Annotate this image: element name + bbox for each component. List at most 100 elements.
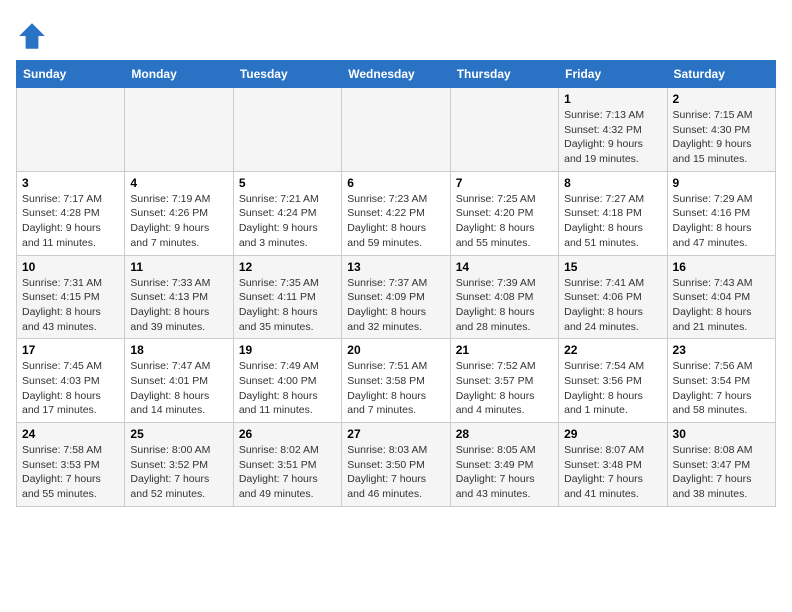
calendar-cell: 2 Sunrise: 7:15 AM Sunset: 4:30 PM Daylig…: [667, 88, 775, 172]
calendar-cell: 23Sunrise: 7:56 AM Sunset: 3:54 PM Dayli…: [667, 339, 775, 423]
day-info: Sunrise: 8:05 AM Sunset: 3:49 PM Dayligh…: [456, 443, 553, 502]
day-info: Sunrise: 7:52 AM Sunset: 3:57 PM Dayligh…: [456, 359, 553, 418]
calendar-cell: 18 Sunrise: 7:47 AM Sunset: 4:01 PM Dayli…: [125, 339, 233, 423]
calendar-header: SundayMondayTuesdayWednesdayThursdayFrid…: [17, 61, 776, 88]
calendar-cell: 16 Sunrise: 7:43 AM Sunset: 4:04 PM Dayli…: [667, 255, 775, 339]
calendar-cell: 21 Sunrise: 7:52 AM Sunset: 3:57 PM Dayli…: [450, 339, 558, 423]
header-day-thursday: Thursday: [450, 61, 558, 88]
day-number: 20: [347, 343, 444, 357]
day-number: 30: [673, 427, 770, 441]
header-day-wednesday: Wednesday: [342, 61, 450, 88]
day-number: 4: [130, 176, 227, 190]
day-info: Sunrise: 7:27 AM Sunset: 4:18 PM Dayligh…: [564, 192, 661, 251]
day-info: Sunrise: 7:47 AM Sunset: 4:01 PM Dayligh…: [130, 359, 227, 418]
day-info: Sunrise: 7:31 AM Sunset: 4:15 PM Dayligh…: [22, 276, 119, 335]
day-number: 15: [564, 260, 661, 274]
day-info: Sunrise: 7:29 AM Sunset: 4:16 PM Dayligh…: [673, 192, 770, 251]
calendar-cell: 29 Sunrise: 8:07 AM Sunset: 3:48 PM Dayli…: [559, 423, 667, 507]
day-info: Sunrise: 7:45 AM Sunset: 4:03 PM Dayligh…: [22, 359, 119, 418]
calendar-cell: 7Sunrise: 7:25 AM Sunset: 4:20 PM Daylig…: [450, 171, 558, 255]
logo: [16, 20, 52, 52]
day-info: Sunrise: 8:02 AM Sunset: 3:51 PM Dayligh…: [239, 443, 336, 502]
calendar-table: SundayMondayTuesdayWednesdayThursdayFrid…: [16, 60, 776, 507]
day-number: 21: [456, 343, 553, 357]
day-number: 13: [347, 260, 444, 274]
day-info: Sunrise: 7:41 AM Sunset: 4:06 PM Dayligh…: [564, 276, 661, 335]
calendar-body: 1Sunrise: 7:13 AM Sunset: 4:32 PM Daylig…: [17, 88, 776, 507]
day-number: 16: [673, 260, 770, 274]
calendar-cell: 6 Sunrise: 7:23 AM Sunset: 4:22 PM Daylig…: [342, 171, 450, 255]
day-info: Sunrise: 8:07 AM Sunset: 3:48 PM Dayligh…: [564, 443, 661, 502]
day-number: 14: [456, 260, 553, 274]
calendar-cell: 15 Sunrise: 7:41 AM Sunset: 4:06 PM Dayli…: [559, 255, 667, 339]
calendar-cell: 17 Sunrise: 7:45 AM Sunset: 4:03 PM Dayli…: [17, 339, 125, 423]
calendar-cell: 1Sunrise: 7:13 AM Sunset: 4:32 PM Daylig…: [559, 88, 667, 172]
day-info: Sunrise: 7:33 AM Sunset: 4:13 PM Dayligh…: [130, 276, 227, 335]
day-number: 8: [564, 176, 661, 190]
day-info: Sunrise: 8:08 AM Sunset: 3:47 PM Dayligh…: [673, 443, 770, 502]
header-day-monday: Monday: [125, 61, 233, 88]
day-number: 11: [130, 260, 227, 274]
day-number: 1: [564, 92, 661, 106]
calendar-cell: 12 Sunrise: 7:35 AM Sunset: 4:11 PM Dayli…: [233, 255, 341, 339]
day-number: 29: [564, 427, 661, 441]
calendar-cell: 8 Sunrise: 7:27 AM Sunset: 4:18 PM Daylig…: [559, 171, 667, 255]
calendar-cell: 5 Sunrise: 7:21 AM Sunset: 4:24 PM Daylig…: [233, 171, 341, 255]
day-number: 3: [22, 176, 119, 190]
week-row-3: 10 Sunrise: 7:31 AM Sunset: 4:15 PM Dayli…: [17, 255, 776, 339]
day-number: 10: [22, 260, 119, 274]
week-row-4: 17 Sunrise: 7:45 AM Sunset: 4:03 PM Dayli…: [17, 339, 776, 423]
day-number: 25: [130, 427, 227, 441]
calendar-cell: 11 Sunrise: 7:33 AM Sunset: 4:13 PM Dayli…: [125, 255, 233, 339]
calendar-cell: 28 Sunrise: 8:05 AM Sunset: 3:49 PM Dayli…: [450, 423, 558, 507]
week-row-2: 3 Sunrise: 7:17 AM Sunset: 4:28 PM Daylig…: [17, 171, 776, 255]
calendar-cell: 3 Sunrise: 7:17 AM Sunset: 4:28 PM Daylig…: [17, 171, 125, 255]
day-info: Sunrise: 7:43 AM Sunset: 4:04 PM Dayligh…: [673, 276, 770, 335]
calendar-cell: 4 Sunrise: 7:19 AM Sunset: 4:26 PM Daylig…: [125, 171, 233, 255]
day-number: 22: [564, 343, 661, 357]
day-info: Sunrise: 7:17 AM Sunset: 4:28 PM Dayligh…: [22, 192, 119, 251]
day-number: 24: [22, 427, 119, 441]
day-number: 27: [347, 427, 444, 441]
week-row-5: 24 Sunrise: 7:58 AM Sunset: 3:53 PM Dayli…: [17, 423, 776, 507]
day-number: 2: [673, 92, 770, 106]
calendar-cell: 13 Sunrise: 7:37 AM Sunset: 4:09 PM Dayli…: [342, 255, 450, 339]
day-info: Sunrise: 7:58 AM Sunset: 3:53 PM Dayligh…: [22, 443, 119, 502]
calendar-cell: 24 Sunrise: 7:58 AM Sunset: 3:53 PM Dayli…: [17, 423, 125, 507]
calendar-cell: 9Sunrise: 7:29 AM Sunset: 4:16 PM Daylig…: [667, 171, 775, 255]
calendar-cell: 27 Sunrise: 8:03 AM Sunset: 3:50 PM Dayli…: [342, 423, 450, 507]
day-number: 5: [239, 176, 336, 190]
header-row: SundayMondayTuesdayWednesdayThursdayFrid…: [17, 61, 776, 88]
day-info: Sunrise: 7:15 AM Sunset: 4:30 PM Dayligh…: [673, 108, 770, 167]
calendar-cell: 19Sunrise: 7:49 AM Sunset: 4:00 PM Dayli…: [233, 339, 341, 423]
calendar-cell: 14Sunrise: 7:39 AM Sunset: 4:08 PM Dayli…: [450, 255, 558, 339]
calendar-cell: [233, 88, 341, 172]
day-number: 12: [239, 260, 336, 274]
day-info: Sunrise: 7:51 AM Sunset: 3:58 PM Dayligh…: [347, 359, 444, 418]
logo-icon: [16, 20, 48, 52]
day-info: Sunrise: 8:00 AM Sunset: 3:52 PM Dayligh…: [130, 443, 227, 502]
day-number: 18: [130, 343, 227, 357]
day-number: 6: [347, 176, 444, 190]
day-info: Sunrise: 7:19 AM Sunset: 4:26 PM Dayligh…: [130, 192, 227, 251]
day-info: Sunrise: 7:35 AM Sunset: 4:11 PM Dayligh…: [239, 276, 336, 335]
calendar-cell: [450, 88, 558, 172]
calendar-cell: [342, 88, 450, 172]
page-header: [16, 16, 776, 52]
day-number: 26: [239, 427, 336, 441]
header-day-saturday: Saturday: [667, 61, 775, 88]
day-number: 28: [456, 427, 553, 441]
day-info: Sunrise: 7:54 AM Sunset: 3:56 PM Dayligh…: [564, 359, 661, 418]
day-info: Sunrise: 7:23 AM Sunset: 4:22 PM Dayligh…: [347, 192, 444, 251]
calendar-cell: [17, 88, 125, 172]
day-number: 23: [673, 343, 770, 357]
calendar-cell: 30 Sunrise: 8:08 AM Sunset: 3:47 PM Dayli…: [667, 423, 775, 507]
day-info: Sunrise: 8:03 AM Sunset: 3:50 PM Dayligh…: [347, 443, 444, 502]
day-number: 7: [456, 176, 553, 190]
day-info: Sunrise: 7:21 AM Sunset: 4:24 PM Dayligh…: [239, 192, 336, 251]
day-number: 17: [22, 343, 119, 357]
calendar-cell: [125, 88, 233, 172]
calendar-cell: 22 Sunrise: 7:54 AM Sunset: 3:56 PM Dayli…: [559, 339, 667, 423]
day-number: 19: [239, 343, 336, 357]
day-info: Sunrise: 7:37 AM Sunset: 4:09 PM Dayligh…: [347, 276, 444, 335]
